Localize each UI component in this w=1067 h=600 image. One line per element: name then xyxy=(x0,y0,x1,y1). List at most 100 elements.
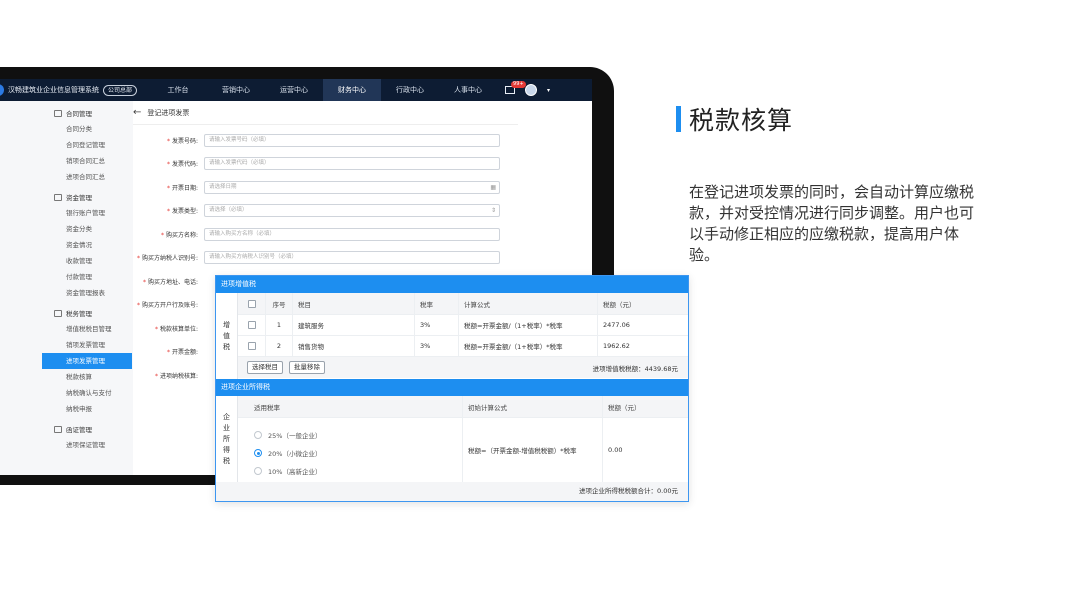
row-item: 销售货物 xyxy=(293,336,415,356)
form-input[interactable]: 请选择日期 ▦ xyxy=(204,180,500,194)
rate-option[interactable]: 25%（一般企业） xyxy=(254,426,462,444)
sidebar-group-label: 函证管理 xyxy=(66,426,92,434)
sidebar-group-label: 资金管理 xyxy=(66,194,92,202)
form-row: * 开票日期: 请选择日期 ▦ xyxy=(133,180,503,194)
nav-item-admin[interactable]: 行政中心 xyxy=(381,79,439,101)
sidebar-group[interactable]: 资金管理 xyxy=(54,189,132,205)
sidebar-item[interactable]: 进项发票管理 xyxy=(42,353,132,369)
batch-remove-button[interactable]: 批量移除 xyxy=(289,361,325,374)
field-label: * 购买方开户行及账号: xyxy=(133,300,204,309)
sidebar-item[interactable]: 资金分类 xyxy=(54,221,132,237)
sidebar-item[interactable]: 销项合同汇总 xyxy=(54,153,132,169)
radio-icon[interactable] xyxy=(254,431,262,439)
col-amount: 税额（元） xyxy=(608,403,641,412)
cit-table-header: 适用税率 初始计算公式 税额（元） xyxy=(238,396,688,418)
cit-side-char: 业 xyxy=(223,423,230,432)
rate-option[interactable]: 10%（高新企业） xyxy=(254,462,462,480)
col-rate: 适用税率 xyxy=(238,396,463,417)
cit-amount: 0.00 xyxy=(608,446,623,454)
row-checkbox[interactable] xyxy=(247,321,256,329)
col-no: 序号 xyxy=(266,293,293,314)
cit-side-text: 企业所得税 xyxy=(223,412,230,467)
radio-selected-icon[interactable] xyxy=(254,449,262,457)
sidebar-item[interactable]: 税款核算 xyxy=(54,369,132,385)
slide-description: 在登记进项发票的同时，会自动计算应缴税款，并对受控情况进行同步调整。用户也可以手… xyxy=(689,183,975,264)
avatar[interactable] xyxy=(525,84,538,96)
sidebar-group[interactable]: 合同管理 xyxy=(54,105,132,121)
sidebar-item[interactable]: 纳税确认与支付 xyxy=(54,385,132,401)
radio-icon[interactable] xyxy=(254,467,262,475)
row-amount: 1962.62 xyxy=(603,342,630,350)
row-rate: 3% xyxy=(415,315,459,335)
form-input[interactable]: 请输入购买方名称（必填） xyxy=(204,227,500,241)
form-input[interactable]: 请选择（必填） ⇕ xyxy=(204,204,500,217)
form-input[interactable]: 请输入发票代码（必填） xyxy=(204,157,500,170)
vat-table: 序号 税目 税率 计算公式 税额（元） 1 建筑服务 3% 税额=开票金额/（1… xyxy=(238,293,688,357)
org-switch[interactable]: 公司总部 xyxy=(103,84,138,96)
row-checkbox[interactable] xyxy=(247,342,256,350)
mail-icon[interactable]: 99+ xyxy=(505,81,526,94)
col-amount: 税额（元） xyxy=(603,300,636,309)
input-placeholder: 请输入购买方名称（必填） xyxy=(209,230,276,237)
required-mark: * xyxy=(136,302,140,309)
vat-footer: 选择税目 批量移除 进项增值税税额：4439.68元 xyxy=(238,357,688,378)
select-arrows-icon: ⇕ xyxy=(490,207,496,214)
sidebar-item[interactable]: 进项保证管理 xyxy=(54,437,132,453)
chevron-down-icon[interactable]: ▾ xyxy=(547,87,550,94)
back-arrow-icon[interactable]: ← xyxy=(133,107,141,118)
vat-section: 增值税 序号 税目 税率 计算公式 税额（元） 1 建筑服务 3% 税额=开票金… xyxy=(216,293,688,379)
rate-options: 25%（一般企业） 20%（小微企业） 10%（高新企业） xyxy=(238,418,463,482)
sidebar-group[interactable]: 税务管理 xyxy=(54,305,132,321)
sidebar-item[interactable]: 资金情况 xyxy=(54,237,132,253)
required-mark: * xyxy=(154,372,158,380)
sidebar-item[interactable]: 增值税税目管理 xyxy=(54,321,132,337)
nav-item-workbench[interactable]: 工作台 xyxy=(149,79,207,101)
page-title: 登记进项发票 xyxy=(147,108,190,117)
required-mark: * xyxy=(142,278,146,286)
nav-item-hr[interactable]: 人事中心 xyxy=(439,79,497,101)
sidebar-item[interactable]: 银行账户管理 xyxy=(54,205,132,221)
col-item: 税目 xyxy=(293,293,415,314)
required-mark: * xyxy=(166,137,170,145)
required-mark: * xyxy=(166,184,170,192)
input-placeholder: 请输入发票代码（必填） xyxy=(209,160,270,166)
sidebar-item[interactable]: 合同登记管理 xyxy=(54,137,132,153)
form-row: * 购买方名称: 请输入购买方名称（必填） xyxy=(133,227,503,241)
select-all-checkbox[interactable] xyxy=(247,299,256,308)
sidebar-item[interactable]: 合同分类 xyxy=(54,121,132,137)
required-mark: * xyxy=(160,231,164,239)
row-formula: 税额=开票金额/（1+税率）*税率 xyxy=(459,315,598,335)
nav-item-finance[interactable]: 财务中心 xyxy=(323,79,382,101)
field-label: * 进项纳税核算: xyxy=(133,371,204,380)
cit-side-char: 所 xyxy=(223,434,230,443)
funds-icon xyxy=(54,193,62,201)
sidebar-item[interactable]: 收款管理 xyxy=(54,253,132,269)
row-no: 2 xyxy=(266,336,293,356)
rate-option-label: 20%（小微企业） xyxy=(268,450,322,458)
field-label-text: 购买方纳税人识别号: xyxy=(141,255,198,262)
field-label-text: 购买方名称: xyxy=(165,231,198,239)
select-tax-item-button[interactable]: 选择税目 xyxy=(247,361,283,374)
field-label-text: 发票类型: xyxy=(171,208,198,215)
cit-section-title: 进项企业所得税 xyxy=(216,379,688,396)
form-input[interactable]: 请输入发票号码（必填） xyxy=(204,133,500,147)
sidebar-item[interactable]: 销项发票管理 xyxy=(54,337,132,353)
nav-item-marketing[interactable]: 营销中心 xyxy=(207,79,265,101)
vat-side-char: 税 xyxy=(223,342,230,351)
rate-option[interactable]: 20%（小微企业） xyxy=(254,444,462,462)
nav-item-operations[interactable]: 运营中心 xyxy=(265,79,323,101)
row-select-cell xyxy=(238,336,266,356)
vat-total: 进项增值税税额：4439.68元 xyxy=(592,364,678,373)
form-input[interactable]: 请输入购买方纳税人识别号（必填） xyxy=(204,251,500,264)
form-row: * 购买方纳税人识别号: 请输入购买方纳税人识别号（必填） xyxy=(133,251,503,265)
sidebar-item[interactable]: 纳税申报 xyxy=(54,401,132,417)
sidebar-group[interactable]: 函证管理 xyxy=(54,421,132,437)
sidebar-item[interactable]: 付款管理 xyxy=(54,269,132,285)
cit-row: 25%（一般企业） 20%（小微企业） 10%（高新企业） 税额=（开票金额-增… xyxy=(238,418,688,483)
field-label: * 发票号码: xyxy=(133,136,204,145)
sidebar-item[interactable]: 进项合同汇总 xyxy=(54,169,132,185)
cit-formula: 税额=（开票金额-增值税税额）*税率 xyxy=(463,418,603,482)
nav-menu: 工作台 营销中心 运营中心 财务中心 行政中心 人事中心 xyxy=(149,79,497,101)
field-label-text: 购买方地址、电话: xyxy=(147,278,198,286)
sidebar-item[interactable]: 资金管理报表 xyxy=(54,285,132,301)
